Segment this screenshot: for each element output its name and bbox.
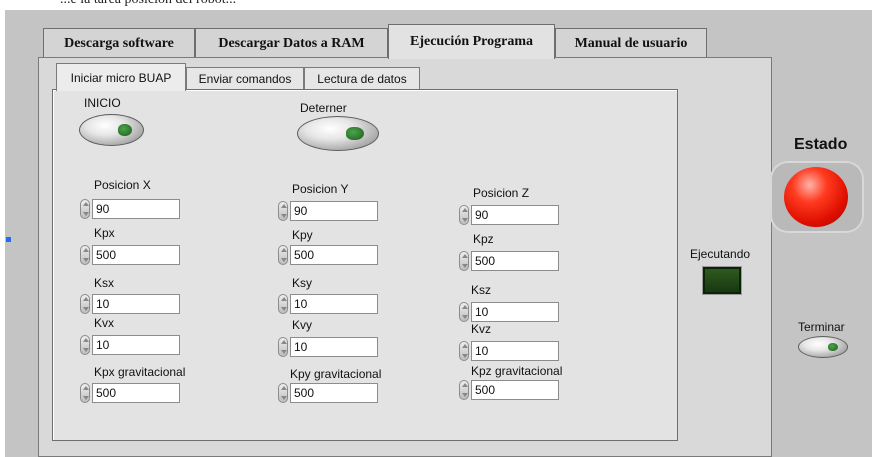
estado-led [770, 161, 864, 233]
spinner-icon[interactable] [80, 294, 90, 314]
kvz-label: Kvz [471, 322, 492, 336]
spinner-icon[interactable] [80, 199, 90, 219]
ksz-label: Ksz [471, 283, 492, 297]
led-icon [117, 124, 132, 136]
kpy-label: Kpy [292, 228, 313, 242]
tab-ejecucion-programa[interactable]: Ejecución Programa [388, 24, 555, 59]
spinner-icon[interactable] [278, 383, 288, 403]
deterner-button[interactable] [297, 116, 379, 151]
ksy-label: Ksy [292, 276, 313, 290]
spinner-icon[interactable] [80, 245, 90, 265]
kvy-label: Kvy [292, 318, 313, 332]
tab-descarga-software[interactable]: Descarga software [43, 28, 195, 58]
top-strip: ...e la tarea posición del robot... [0, 0, 872, 10]
spinner-icon[interactable] [278, 294, 288, 314]
posicion-x-label: Posicion X [94, 178, 151, 192]
kpy-grav-label: Kpy gravitacional [290, 367, 382, 381]
inicio-label: INICIO [84, 96, 121, 110]
tab-descargar-datos-ram[interactable]: Descargar Datos a RAM [195, 28, 388, 58]
tab-manual-usuario[interactable]: Manual de usuario [555, 28, 707, 58]
led-icon [346, 126, 364, 141]
inicio-button[interactable] [79, 114, 144, 146]
spinner-icon[interactable] [80, 383, 90, 403]
tab-enviar-comandos[interactable]: Enviar comandos [186, 67, 304, 89]
posicion-z-label: Posicion Z [473, 186, 530, 200]
spinner-icon[interactable] [459, 302, 469, 322]
kvx-label: Kvx [94, 316, 115, 330]
tab-iniciar-micro-buap[interactable]: Iniciar micro BUAP [56, 63, 186, 91]
terminar-button[interactable] [798, 336, 848, 358]
kpz-label: Kpz [473, 232, 494, 246]
ejecutando-label: Ejecutando [690, 247, 751, 261]
spinner-icon[interactable] [459, 205, 469, 225]
estado-label: Estado [794, 136, 848, 153]
kpx-label: Kpx [94, 226, 115, 240]
header-fragment: ...e la tarea posición del robot... [60, 0, 236, 8]
ejecutando-indicator [702, 266, 742, 295]
deterner-label: Deterner [300, 101, 347, 115]
terminar-label: Terminar [798, 320, 845, 334]
spinner-icon[interactable] [278, 245, 288, 265]
led-icon [827, 343, 839, 351]
kpz-grav-label: Kpz gravitacional [471, 364, 563, 378]
tab-lectura-datos[interactable]: Lectura de datos [304, 67, 420, 89]
posicion-y-label: Posicion Y [292, 182, 349, 196]
spinner-icon[interactable] [278, 337, 288, 357]
kpx-grav-label: Kpx gravitacional [94, 365, 186, 379]
ksx-label: Ksx [94, 276, 115, 290]
selection-marker [6, 237, 11, 242]
spinner-icon[interactable] [459, 251, 469, 271]
spinner-icon[interactable] [80, 335, 90, 355]
spinner-icon[interactable] [459, 380, 469, 400]
spinner-icon[interactable] [278, 201, 288, 221]
spinner-icon[interactable] [459, 341, 469, 361]
red-light-icon [784, 167, 848, 227]
